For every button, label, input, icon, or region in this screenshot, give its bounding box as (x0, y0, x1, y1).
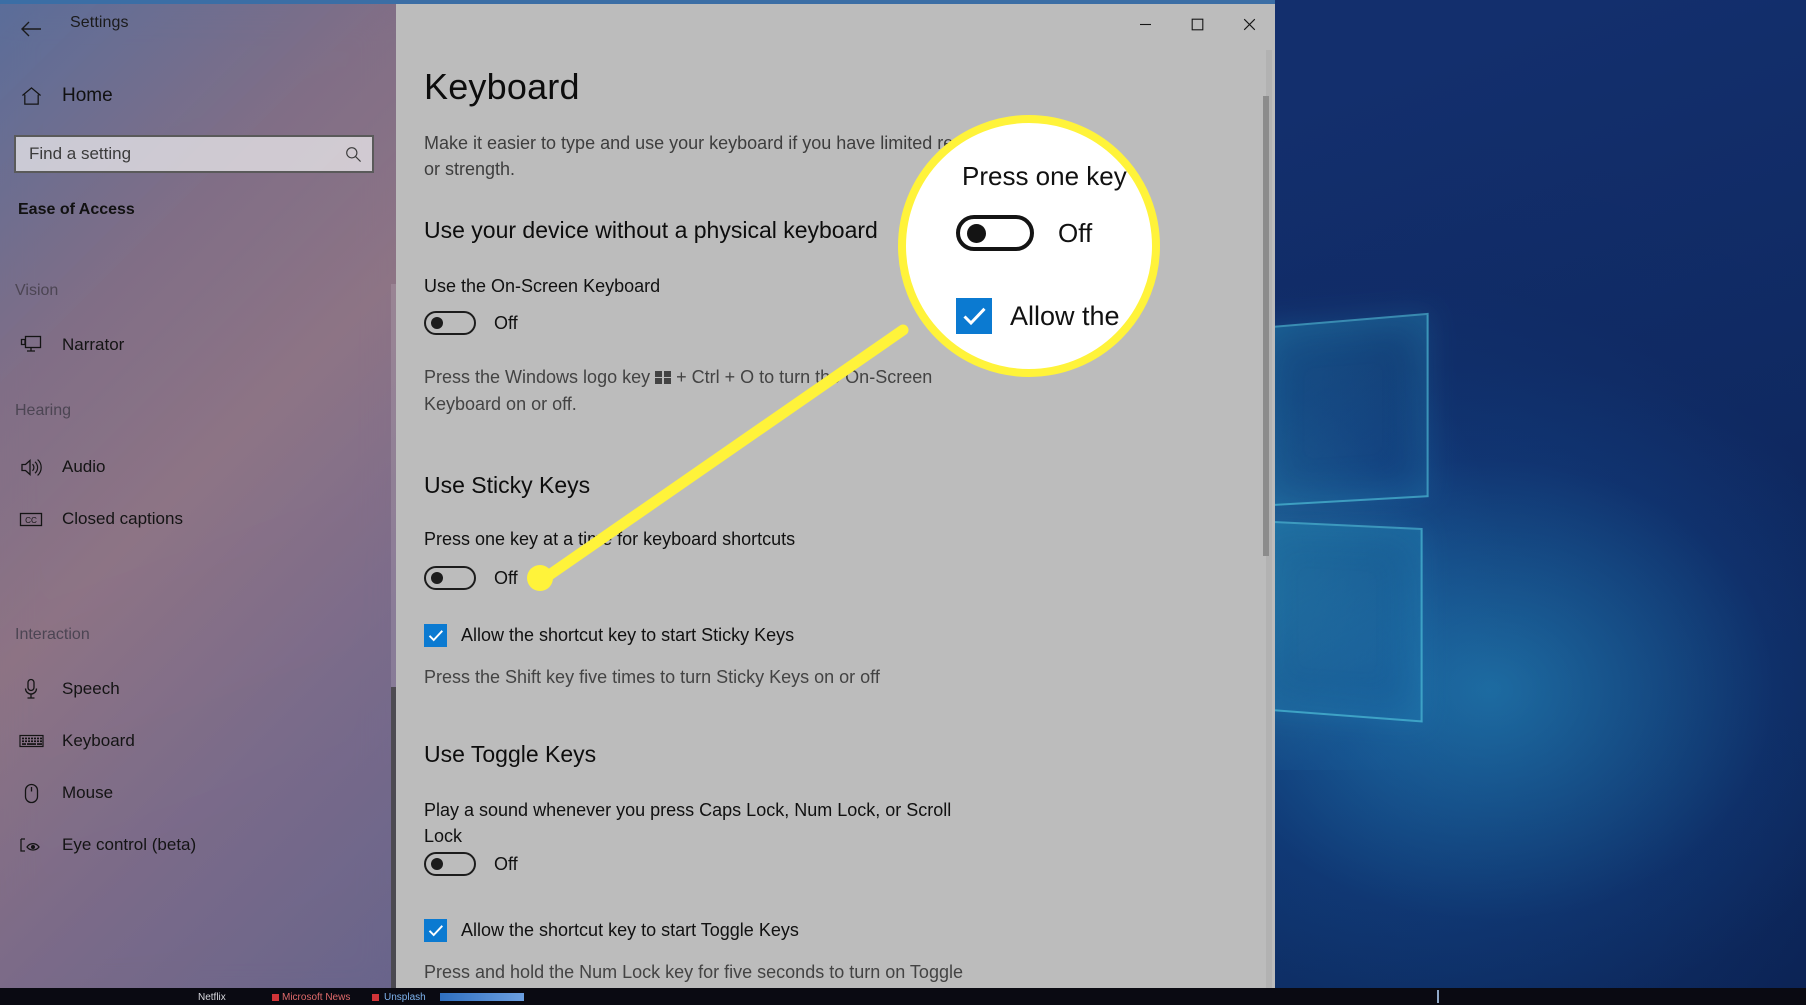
toggle-knob (967, 224, 986, 243)
toggle-row-toggle-keys[interactable]: Off (424, 852, 518, 876)
page-subtitle: Make it easier to type and use your keyb… (424, 130, 984, 182)
toggle-knob (431, 572, 443, 584)
callout-zoomed-checkbox-row[interactable]: Allow the (956, 298, 1120, 334)
toggle-row-sticky-keys[interactable]: Off (424, 566, 518, 590)
callout-zoomed-setting-label: Press one key a (962, 161, 1148, 192)
taskbar-unsplash-indicator (372, 994, 379, 1001)
taskbar-item-microsoft-news[interactable]: Microsoft News (282, 991, 350, 1004)
sidebar-group-title-vision: Vision (15, 282, 58, 300)
keyboard-icon (18, 733, 44, 749)
sidebar-item-home-label: Home (62, 85, 113, 107)
search-icon[interactable] (334, 146, 372, 163)
toggle-state-toggle-keys: Off (494, 854, 518, 875)
closed-captions-icon: CC (18, 511, 44, 528)
taskbar-progress-strip (440, 993, 524, 1001)
taskbar-news-indicator (272, 994, 279, 1001)
toggle-sticky-keys[interactable] (424, 566, 476, 590)
sidebar-item-audio[interactable]: Audio (8, 446, 378, 488)
section-heading-physical-keyboard: Use your device without a physical keybo… (424, 217, 878, 244)
toggle-row-onscreen-keyboard[interactable]: Off (424, 311, 518, 335)
mouse-icon (18, 783, 44, 804)
sidebar-item-eye-control-label: Eye control (beta) (62, 835, 196, 855)
taskbar-divider (1437, 990, 1439, 1003)
callout-magnifier-circle: Press one key a Off Allow the (898, 115, 1160, 377)
toggle-knob (431, 858, 443, 870)
checkbox-toggle-keys-shortcut[interactable] (424, 919, 447, 942)
content-scrollbar-track[interactable] (1266, 50, 1272, 1000)
close-button[interactable] (1223, 4, 1275, 44)
sidebar-item-keyboard-label: Keyboard (62, 731, 135, 751)
sidebar-group-title-hearing: Hearing (15, 402, 71, 420)
checkbox-row-toggle-keys-shortcut[interactable]: Allow the shortcut key to start Toggle K… (424, 919, 799, 942)
content-scrollbar-thumb[interactable] (1263, 96, 1269, 556)
callout-zoomed-toggle-row[interactable]: Off (956, 215, 1092, 251)
search-input[interactable]: Find a setting (14, 135, 374, 173)
callout-zoomed-toggle-state: Off (1058, 218, 1092, 249)
sidebar-item-speech-label: Speech (62, 679, 120, 699)
sidebar-item-closed-captions[interactable]: CC Closed captions (8, 498, 378, 540)
sidebar-item-narrator-label: Narrator (62, 335, 124, 355)
maximize-button[interactable] (1171, 4, 1223, 44)
callout-zoomed-checkbox-label: Allow the (1010, 301, 1120, 332)
sidebar-item-mouse[interactable]: Mouse (8, 772, 378, 814)
toggle-knob (431, 317, 443, 329)
windows-logo-key-icon (655, 371, 671, 384)
setting-label-onscreen-keyboard: Use the On-Screen Keyboard (424, 276, 660, 297)
description-prefix: Press the Windows logo key (424, 367, 655, 387)
sidebar-item-home[interactable]: Home (8, 74, 378, 118)
sidebar-item-speech[interactable]: Speech (8, 668, 378, 710)
checkbox-label-toggle-keys-shortcut: Allow the shortcut key to start Toggle K… (461, 920, 799, 941)
callout-zoomed-checkbox[interactable] (956, 298, 992, 334)
callout-zoomed-toggle[interactable] (956, 215, 1034, 251)
sidebar-item-mouse-label: Mouse (62, 783, 113, 803)
description-sticky-keys: Press the Shift key five times to turn S… (424, 664, 964, 691)
toggle-toggle-keys[interactable] (424, 852, 476, 876)
setting-label-sticky-keys: Press one key at a time for keyboard sho… (424, 529, 795, 550)
eye-control-icon (18, 836, 44, 854)
sidebar-item-keyboard[interactable]: Keyboard (8, 720, 378, 762)
taskbar-item-unsplash[interactable]: Unsplash (384, 991, 426, 1004)
home-icon (18, 86, 44, 106)
description-onscreen-keyboard: Press the Windows logo key + Ctrl + O to… (424, 364, 964, 418)
sidebar-item-narrator[interactable]: Narrator (8, 324, 378, 366)
checkbox-sticky-keys-shortcut[interactable] (424, 624, 447, 647)
sidebar-group-title-interaction: Interaction (15, 626, 90, 644)
section-heading-sticky-keys: Use Sticky Keys (424, 472, 590, 499)
taskbar[interactable]: Netflix Microsoft News Unsplash (0, 988, 1806, 1005)
taskbar-item-netflix[interactable]: Netflix (198, 991, 226, 1004)
microphone-icon (18, 678, 44, 700)
sidebar-category-title: Ease of Access (18, 201, 135, 219)
sidebar-item-eye-control[interactable]: Eye control (beta) (8, 824, 378, 866)
checkbox-row-sticky-keys-shortcut[interactable]: Allow the shortcut key to start Sticky K… (424, 624, 794, 647)
sidebar-item-closed-captions-label: Closed captions (62, 509, 183, 529)
toggle-state-sticky-keys: Off (494, 568, 518, 589)
section-heading-toggle-keys: Use Toggle Keys (424, 741, 596, 768)
toggle-onscreen-keyboard[interactable] (424, 311, 476, 335)
settings-sidebar: Settings Home Find a setting (0, 4, 396, 1000)
wallpaper-logo-pane-top-right (1260, 313, 1429, 507)
page-title: Keyboard (424, 66, 580, 108)
window-title: Settings (70, 14, 129, 32)
toggle-state-onscreen-keyboard: Off (494, 313, 518, 334)
checkbox-label-sticky-keys-shortcut: Allow the shortcut key to start Sticky K… (461, 625, 794, 646)
setting-label-toggle-keys: Play a sound whenever you press Caps Loc… (424, 797, 969, 849)
svg-text:CC: CC (25, 516, 37, 525)
back-arrow-icon[interactable] (8, 9, 54, 49)
speaker-icon (18, 458, 44, 477)
window-controls (1119, 4, 1275, 44)
narrator-icon (18, 335, 44, 355)
minimize-button[interactable] (1119, 4, 1171, 44)
sidebar-item-audio-label: Audio (62, 457, 105, 477)
wallpaper-logo-pane-bottom-right (1254, 520, 1423, 722)
search-input-placeholder: Find a setting (16, 144, 334, 164)
